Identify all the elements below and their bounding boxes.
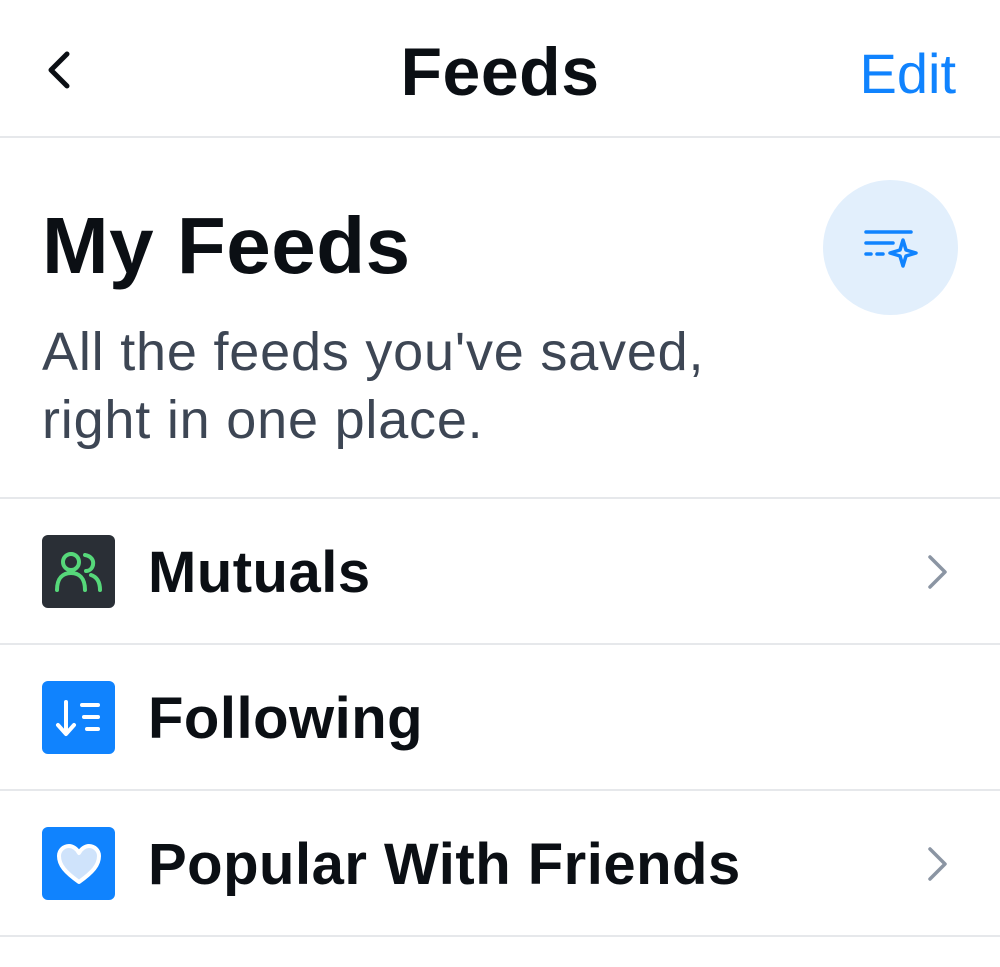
page-title: Feeds bbox=[400, 34, 600, 110]
feed-item-mutuals[interactable]: Mutuals bbox=[0, 499, 1000, 645]
feed-item-popular-with-friends[interactable]: Popular With Friends bbox=[0, 791, 1000, 937]
header: Feeds Edit bbox=[0, 0, 1000, 138]
chevron-right-icon bbox=[928, 847, 947, 881]
my-feeds-intro: My Feeds All the feeds you've saved, rig… bbox=[0, 138, 1000, 499]
feed-label: Mutuals bbox=[148, 540, 371, 605]
feed-avatar bbox=[42, 535, 115, 608]
feed-label: Following bbox=[148, 686, 424, 751]
chevron-right-icon bbox=[928, 555, 947, 589]
feed-avatar bbox=[42, 681, 115, 754]
section-subtitle: All the feeds you've saved, right in one… bbox=[42, 322, 705, 450]
people-icon bbox=[54, 551, 102, 592]
feed-avatar bbox=[42, 827, 115, 900]
feed-item-following[interactable]: Following bbox=[0, 645, 1000, 791]
edit-button[interactable]: Edit bbox=[860, 36, 957, 112]
feed-label: Popular With Friends bbox=[148, 832, 741, 897]
heart-icon bbox=[56, 843, 101, 884]
section-title: My Feeds bbox=[42, 201, 411, 290]
discover-feeds-button[interactable] bbox=[823, 180, 958, 315]
list-sparkle-icon bbox=[863, 229, 918, 268]
sort-list-icon bbox=[55, 699, 100, 736]
feed-list: Mutuals Following Popular With Friends bbox=[0, 499, 1000, 937]
